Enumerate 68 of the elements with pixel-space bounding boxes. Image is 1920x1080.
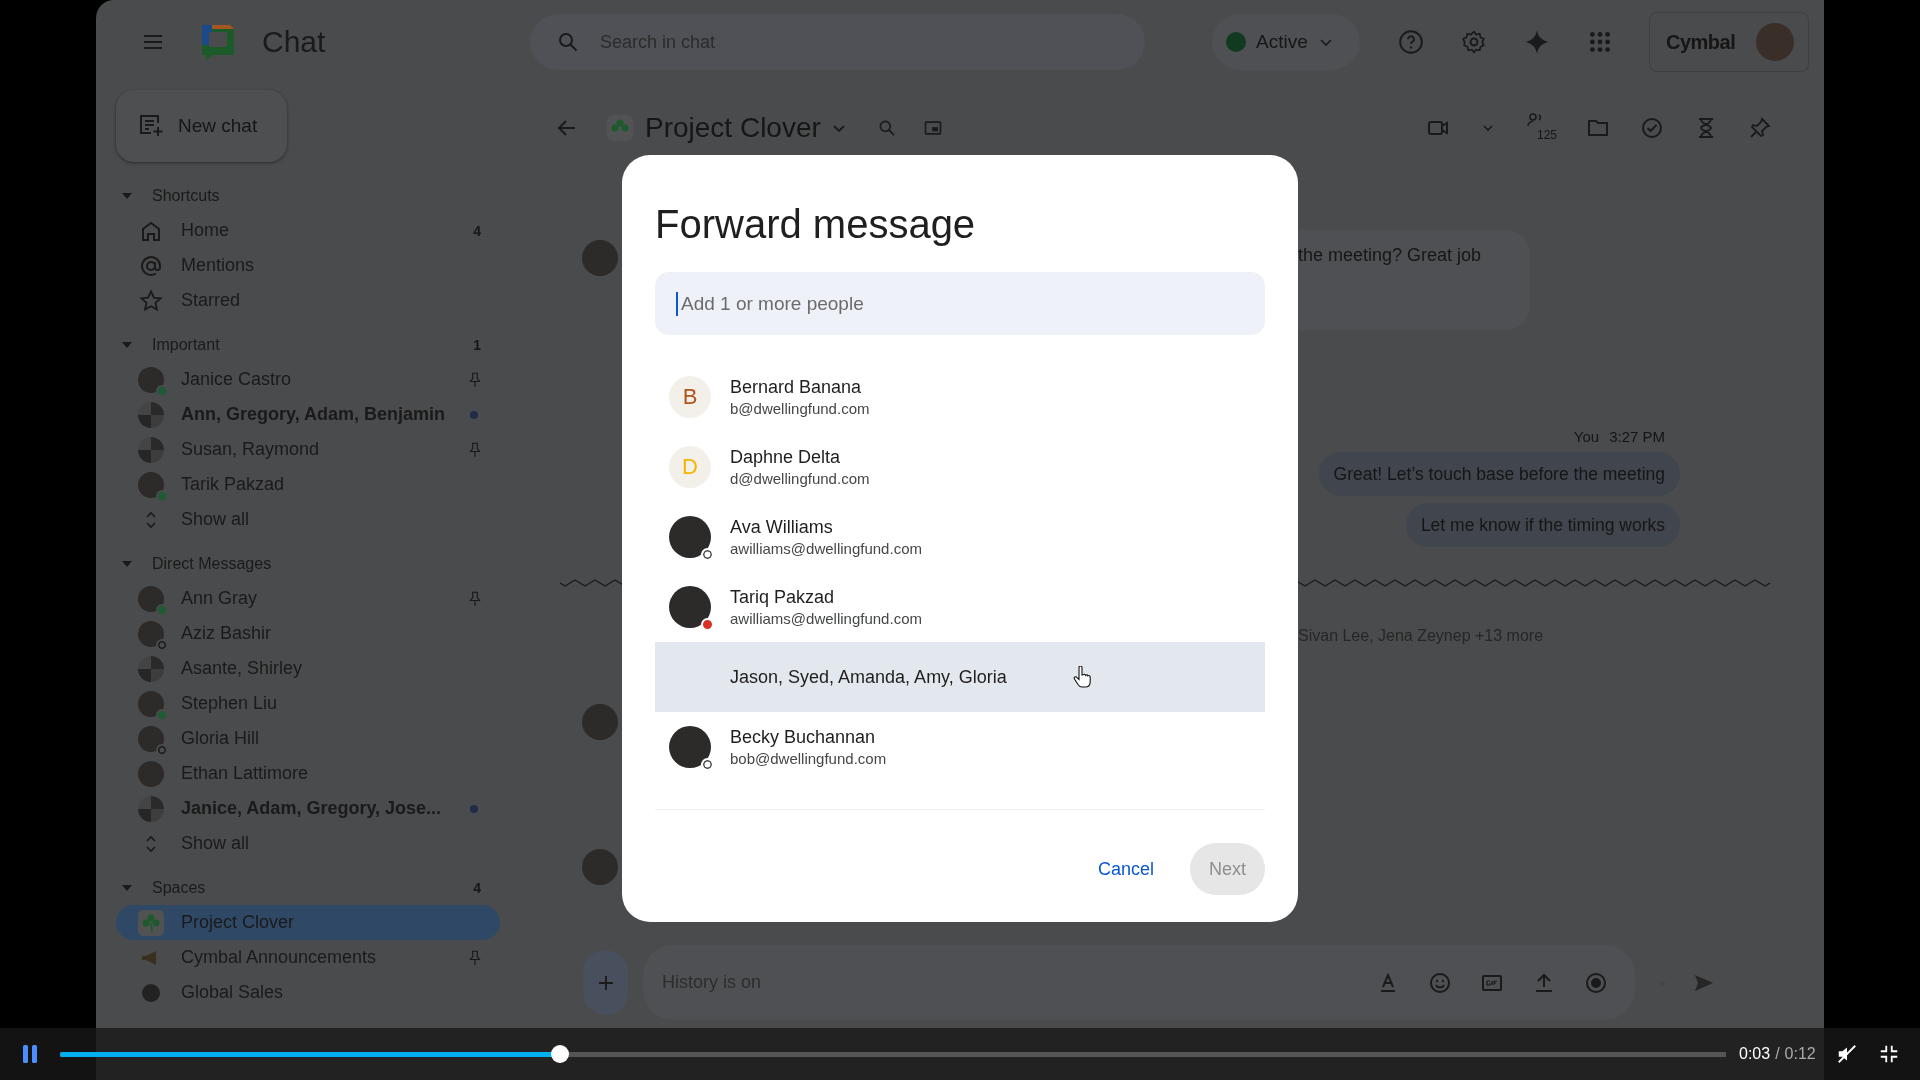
space-title-dropdown[interactable]: Project Clover	[645, 112, 847, 144]
people-field[interactable]: Add 1 or more people	[655, 272, 1265, 335]
text-cursor	[676, 291, 678, 316]
avatar-photo	[138, 366, 164, 393]
avatar-photo	[138, 690, 164, 717]
message-time: 3:27 PM	[1609, 428, 1665, 445]
time-separator: /	[1775, 1045, 1780, 1063]
status-dropdown[interactable]: Active	[1212, 14, 1360, 70]
caret-icon[interactable]	[122, 560, 132, 567]
apps-grid-icon[interactable]	[1587, 29, 1613, 55]
picture-in-picture-icon[interactable]	[922, 118, 943, 138]
caret-icon[interactable]	[122, 884, 132, 891]
letter-avatar: D	[669, 446, 711, 488]
pause-icon[interactable]	[22, 1044, 38, 1064]
avatar-photo	[582, 704, 618, 740]
pointer-hand-icon	[1073, 666, 1091, 688]
message-bubble: Great! Let’s touch base before the meeting	[1318, 452, 1680, 496]
avatar-photo	[138, 471, 164, 498]
account-switcher[interactable]: Cymbal	[1649, 12, 1809, 72]
help-icon[interactable]	[1398, 29, 1424, 55]
unread-dot	[470, 804, 478, 813]
contact-row[interactable]: D Daphne Delta d@dwellingfund.com	[655, 432, 1265, 502]
add-button[interactable]	[583, 950, 628, 1015]
avatar-photo	[582, 849, 618, 885]
group-avatar	[138, 655, 164, 682]
cancel-button[interactable]: Cancel	[1089, 843, 1162, 895]
contact-row[interactable]: Becky Buchannan bob@dwellingfund.com	[655, 712, 1265, 782]
avatar-photo	[138, 620, 164, 647]
group-avatar	[138, 401, 164, 428]
at-sign-icon	[139, 253, 163, 278]
duration: 0:12	[1784, 1045, 1816, 1063]
contact-row[interactable]: Ava Williams awilliams@dwellingfund.com	[655, 502, 1265, 572]
pin-icon[interactable]	[1748, 116, 1772, 140]
avatar-photo	[138, 725, 164, 752]
settings-icon[interactable]	[1461, 29, 1487, 55]
emoji-icon[interactable]	[1428, 970, 1452, 995]
sidebar-item[interactable]: Project Clover	[116, 905, 500, 940]
progress-handle[interactable]	[550, 1045, 569, 1063]
avatar-photo	[582, 240, 618, 276]
record-icon[interactable]	[1584, 970, 1608, 995]
new-chat-icon	[138, 113, 164, 139]
clover-icon	[138, 909, 164, 936]
avatar-photo	[138, 760, 164, 787]
caret-icon[interactable]	[122, 192, 132, 199]
avatar-photo	[138, 585, 164, 612]
search-icon	[556, 30, 580, 54]
message-bubble: Let me know if the timing works	[1405, 503, 1680, 547]
contact-row[interactable]: B Bernard Banana b@dwellingfund.com	[655, 362, 1265, 432]
current-time: 0:03	[1739, 1045, 1771, 1063]
contact-row[interactable]: Jason, Syed, Amanda, Amy, Gloria	[655, 642, 1265, 712]
unread-dot	[470, 410, 478, 419]
new-chat-button[interactable]: New chat	[116, 90, 287, 162]
group-avatar	[138, 795, 164, 822]
avatar-photo	[669, 516, 711, 558]
avatar-photo	[1756, 23, 1794, 61]
letter-avatar: B	[669, 376, 711, 418]
avatar-photo	[669, 726, 711, 768]
avatar-photo	[669, 586, 711, 628]
sparkle-icon[interactable]	[1524, 29, 1550, 55]
caret-icon[interactable]	[122, 341, 132, 348]
muted-icon[interactable]	[1835, 1043, 1858, 1065]
star-icon	[139, 288, 163, 313]
people-input[interactable]: Add 1 or more people	[679, 291, 1265, 316]
check-circle-icon[interactable]	[1640, 116, 1664, 140]
clover-icon	[607, 115, 633, 141]
members-button[interactable]: 125	[1526, 111, 1556, 145]
contact-row[interactable]: Tariq Pakzad awilliams@dwellingfund.com	[655, 572, 1265, 642]
group-avatar	[138, 436, 164, 463]
